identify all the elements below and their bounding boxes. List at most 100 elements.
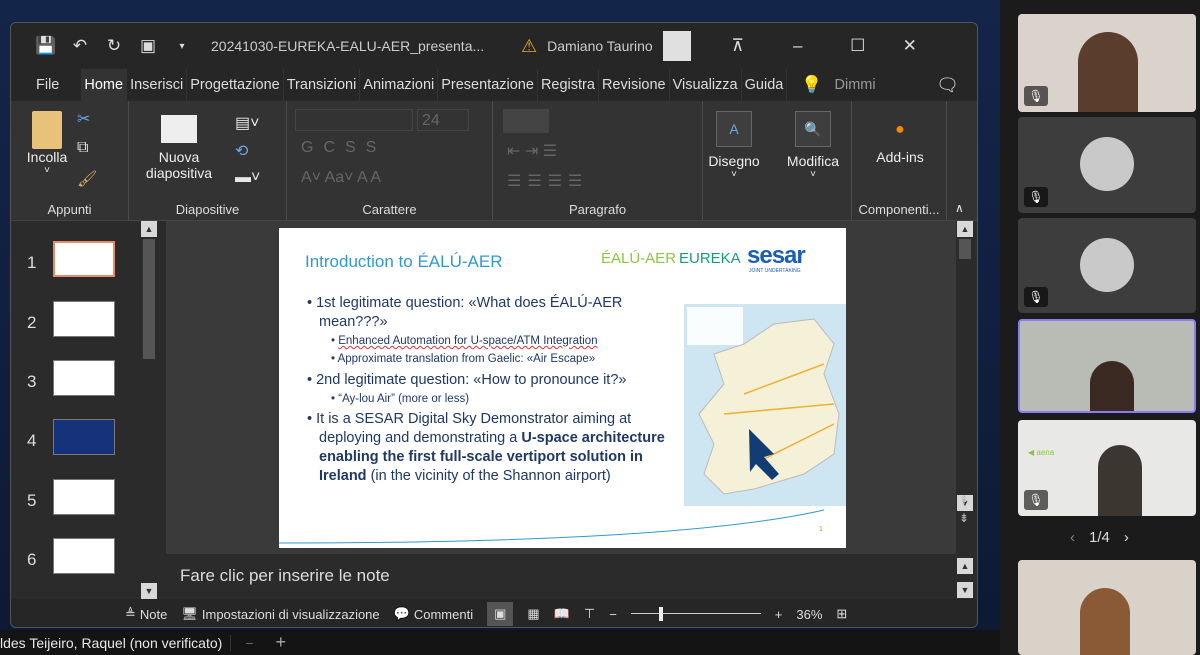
thumbnail-3[interactable]: 3 [11, 360, 151, 410]
thumbnail-image [53, 301, 115, 337]
group-paragraph: ⇤ ⇥ ☰ ☰☰☰☰ Paragrafo [493, 101, 703, 221]
close-icon[interactable]: ✕ [893, 36, 927, 56]
redo-icon[interactable]: ↻ [97, 36, 131, 56]
align-buttons[interactable]: ☰☰☰☰ [507, 171, 588, 191]
comments-icon[interactable]: 🗨 [936, 75, 959, 96]
ribbon-display-icon[interactable]: ⊼ [721, 36, 755, 56]
thumbnails-scrollbar[interactable]: ▲ ▼ [141, 221, 157, 599]
cut-icon[interactable]: ✂ [77, 109, 90, 129]
new-slide-button[interactable]: Nuova diapositiva [139, 115, 219, 181]
font-size-buttons[interactable]: A˅ Aa˅ A A [301, 169, 381, 187]
tab-transitions[interactable]: Transizioni [284, 69, 361, 101]
reading-view-button[interactable]: 📖 [554, 606, 570, 622]
tab-view[interactable]: Visualizza [670, 69, 742, 101]
lightbulb-icon[interactable]: 💡 [801, 75, 822, 95]
next-page-icon[interactable]: › [1124, 529, 1129, 546]
font-size-select[interactable]: 24 [417, 109, 469, 131]
zoom-slider[interactable] [630, 607, 761, 621]
tab-insert[interactable]: Inserisci [127, 69, 188, 101]
thumbnail-image [53, 538, 115, 574]
group-label: Componenti... [858, 202, 940, 217]
video-tile-2[interactable]: 🎙 [1018, 117, 1196, 213]
notes-input[interactable]: Fare clic per inserire le note [166, 558, 956, 598]
undo-icon[interactable]: ↶ [63, 36, 97, 56]
slide-canvas[interactable]: Introduction to ÉALÚ-AER ÉALÚ-AER EUREKA… [279, 228, 846, 548]
tell-me-search[interactable]: Dimmi [835, 77, 876, 93]
notes-scrollbar[interactable]: ▲ ▼ [957, 558, 973, 598]
maximize-icon[interactable]: ☐ [841, 36, 875, 56]
thumbnail-2[interactable]: 2 [11, 301, 151, 351]
tab-file[interactable]: File [11, 69, 81, 101]
group-font: 24 GCSS A˅ Aa˅ A A Carattere [287, 101, 493, 221]
section-icon[interactable]: ▬˅ [235, 169, 260, 187]
customize-toolbar-icon[interactable]: ▾ [165, 41, 199, 52]
copy-icon[interactable]: ⧉ [77, 139, 88, 157]
ireland-map [684, 304, 846, 506]
zoom-in-button[interactable]: + [775, 607, 783, 622]
video-tile-3[interactable]: 🎙 [1018, 218, 1196, 313]
video-tile-5[interactable]: ◀ aena 🎙 [1018, 420, 1196, 516]
slideshow-button[interactable]: ⊤ [584, 606, 595, 622]
tab-home[interactable]: Home [81, 69, 128, 101]
slide-sorter-button[interactable]: ▦ [527, 606, 539, 622]
indent-buttons[interactable]: ⇤ ⇥ ☰ [507, 141, 557, 161]
tab-design[interactable]: Progettazione [187, 69, 284, 101]
warning-icon[interactable]: ⚠ [521, 36, 537, 57]
editor-scrollbar[interactable]: ▲ ▼ [957, 221, 973, 511]
new-slide-label-2: diapositiva [145, 165, 213, 181]
new-slide-icon [161, 115, 197, 143]
fit-to-window-icon[interactable]: ⊞ [836, 606, 847, 622]
tab-help[interactable]: Guida [742, 69, 788, 101]
layout-icon[interactable]: ▤˅ [235, 113, 259, 133]
ireland-map-shape [687, 307, 840, 495]
addins-button[interactable]: ● Add-ins [862, 121, 938, 165]
tab-slideshow[interactable]: Presentazione [438, 69, 538, 101]
slide-number: 6 [27, 550, 37, 569]
tab-animations[interactable]: Animazioni [360, 69, 439, 101]
paste-label: Incolla [26, 149, 68, 165]
group-label: Diapositive [175, 202, 240, 217]
bullets-button[interactable] [503, 109, 549, 133]
font-name-select[interactable] [295, 109, 413, 131]
video-tile-6[interactable] [1018, 560, 1196, 655]
present-icon[interactable]: ▣ [131, 36, 165, 56]
tab-record[interactable]: Registra [538, 69, 599, 101]
font-format-buttons[interactable]: GCSS [301, 139, 386, 157]
thumbnail-image [53, 419, 115, 455]
thumbnail-4[interactable]: 4 [11, 419, 151, 469]
collapse-ribbon-icon[interactable]: ∧ [955, 201, 964, 215]
slide-number: 4 [27, 431, 37, 450]
thumbnail-6[interactable]: 6 [11, 538, 151, 588]
save-icon[interactable]: 💾 [29, 36, 63, 56]
video-tile-1[interactable]: 🎙 [1018, 14, 1196, 112]
group-clipboard: Incolla ˅ ✂ ⧉ 🖌 Appunti [11, 101, 129, 221]
normal-view-button[interactable]: ▣ [487, 602, 514, 626]
paste-button[interactable]: Incolla ˅ [25, 111, 69, 176]
user-avatar[interactable] [662, 31, 691, 61]
thumbnail-image [53, 360, 115, 396]
edit-button[interactable]: 🔍 Modifica ˅ [781, 111, 845, 180]
ribbon-tabs: File Home Inserisci Progettazione Transi… [11, 69, 977, 101]
mic-muted-icon: 🎙 [1024, 86, 1048, 106]
drawing-button[interactable]: A Disegno ˅ [705, 111, 763, 180]
reset-icon[interactable]: ⟲ [235, 141, 248, 161]
notes-button[interactable]: ≜ Note [125, 606, 167, 622]
logo-sesar-sub: JOINT UNDERTAKING [749, 268, 801, 274]
tab-review[interactable]: Revisione [599, 69, 670, 101]
logo-ealu-aer: ÉALÚ-AER [601, 250, 677, 267]
thumbnail-1[interactable]: 1 [11, 241, 151, 291]
thumbnail-5[interactable]: 5 [11, 479, 151, 529]
prev-page-icon[interactable]: ‹ [1070, 529, 1075, 546]
comments-label: Commenti [413, 606, 474, 622]
format-painter-icon[interactable]: 🖌 [77, 169, 97, 189]
prev-next-slide-buttons[interactable]: ⇞ ⇟ [959, 491, 969, 527]
zoom-level[interactable]: 36% [796, 607, 822, 622]
zoom-out-button[interactable]: − [609, 607, 617, 622]
comments-button[interactable]: 💬 Commenti [394, 606, 473, 622]
display-settings-button[interactable]: 🖥 Impostazioni di visualizzazione [181, 606, 379, 622]
zoom-out-share[interactable]: − [245, 635, 253, 651]
video-tile-4-speaking[interactable] [1018, 319, 1196, 413]
slide-title: Introduction to ÉALÚ-AER [305, 252, 503, 271]
zoom-in-share[interactable]: + [276, 632, 287, 653]
minimize-icon[interactable]: – [781, 36, 815, 56]
